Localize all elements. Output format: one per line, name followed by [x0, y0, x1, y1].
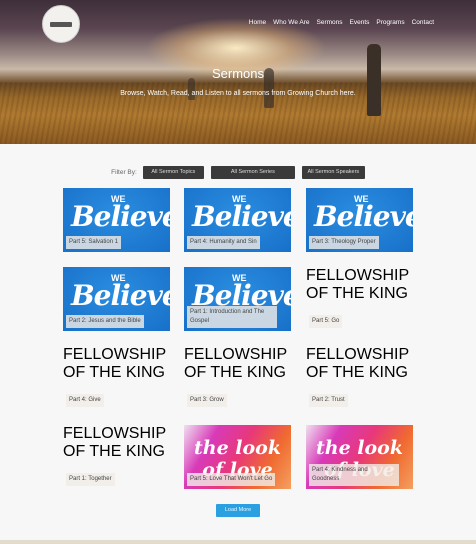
sermon-title: Part 2: Trust — [309, 394, 348, 407]
artwork-text: OF THE KING — [184, 364, 286, 381]
filter-topics-button[interactable]: All Sermon Topics — [142, 166, 204, 179]
page-subtitle: Browse, Watch, Read, and Listen to all s… — [120, 90, 356, 97]
artwork-text: FELLOWSHIP — [306, 267, 410, 284]
sermon-title: Part 1: Together — [66, 473, 115, 486]
nav-who-we-are[interactable]: Who We Are — [273, 19, 309, 26]
nav-programs[interactable]: Programs — [376, 19, 404, 26]
hero-banner: Home Who We Are Sermons Events Programs … — [0, 0, 476, 144]
filter-bar: Filter By: All Sermon Topics All Sermon … — [0, 166, 476, 179]
artwork-text: Believe — [192, 200, 291, 233]
artwork-text: Believe — [71, 200, 170, 233]
sermon-card[interactable]: FELLOWSHIP OF THE KING Part 3: Grow — [184, 346, 291, 410]
artwork-text: FELLOWSHIP — [184, 346, 288, 363]
sermon-card[interactable]: FELLOWSHIP OF THE KING Part 4: Give — [63, 346, 170, 410]
sermon-card[interactable]: the look of love Part 5: Love That Won't … — [184, 425, 291, 489]
sermon-card[interactable]: WE Believe Part 4: Humanity and Sin — [184, 188, 291, 252]
sermon-title: Part 1: Introduction and The Gospel — [187, 306, 277, 328]
artwork-text: OF THE KING — [306, 285, 408, 302]
sermon-title: Part 3: Theology Proper — [309, 236, 379, 249]
nav-home[interactable]: Home — [249, 19, 266, 26]
sermon-title: Part 3: Grow — [187, 394, 227, 407]
sermon-card[interactable]: FELLOWSHIP OF THE KING Part 2: Trust — [306, 346, 413, 410]
sermon-card[interactable]: the look of lovePart 4: Kindness and Goo… — [306, 425, 413, 489]
sermon-title: Part 4: Humanity and Sin — [187, 236, 260, 249]
artwork-text: Believe — [71, 279, 170, 312]
sermon-card[interactable]: FELLOWSHIP OF THE KING Part 5: Go — [306, 267, 413, 331]
artwork-text: FELLOWSHIP — [306, 346, 410, 363]
footer — [0, 540, 476, 544]
sermon-title: Part 5: Love That Won't Let Go — [187, 473, 276, 486]
filter-speakers-button[interactable]: All Sermon Speakers — [301, 166, 365, 179]
artwork-text: OF THE KING — [306, 364, 408, 381]
sermon-card[interactable]: WE Believe Part 2: Jesus and the Bible — [63, 267, 170, 331]
artwork-text: OF THE KING — [63, 364, 165, 381]
church-logo[interactable] — [42, 5, 80, 43]
main-nav: Home Who We Are Sermons Events Programs … — [249, 19, 434, 26]
sermon-card[interactable]: WE Believe Part 5: Salvation 1 — [63, 188, 170, 252]
artwork-text: Believe — [314, 200, 413, 233]
sermon-title: Part 4: Kindness and Goodness — [309, 464, 399, 486]
sermon-card[interactable]: FELLOWSHIP OF THE KING Part 1: Together — [63, 425, 170, 489]
filter-label: Filter By: — [111, 169, 137, 176]
artwork-text: OF THE KING — [63, 443, 165, 460]
nav-events[interactable]: Events — [350, 19, 370, 26]
sermon-title: Part 4: Give — [66, 394, 104, 407]
page-title: Sermons — [211, 66, 265, 81]
filter-series-button[interactable]: All Sermon Series — [210, 166, 295, 179]
sermon-title: Part 5: Salvation 1 — [66, 236, 122, 249]
nav-sermons[interactable]: Sermons — [317, 19, 343, 26]
artwork-text: FELLOWSHIP — [63, 346, 167, 363]
nav-contact[interactable]: Contact — [412, 19, 434, 26]
load-more-button[interactable]: Load More — [216, 504, 260, 517]
sermon-title: Part 2: Jesus and the Bible — [66, 315, 144, 328]
sermon-title: Part 5: Go — [309, 315, 343, 328]
sermon-card[interactable]: WE Believe Part 1: Introduction and The Go… — [184, 267, 291, 331]
artwork-text: FELLOWSHIP — [63, 425, 167, 442]
sermon-card[interactable]: WE Believe Part 3: Theology Proper — [306, 188, 413, 252]
